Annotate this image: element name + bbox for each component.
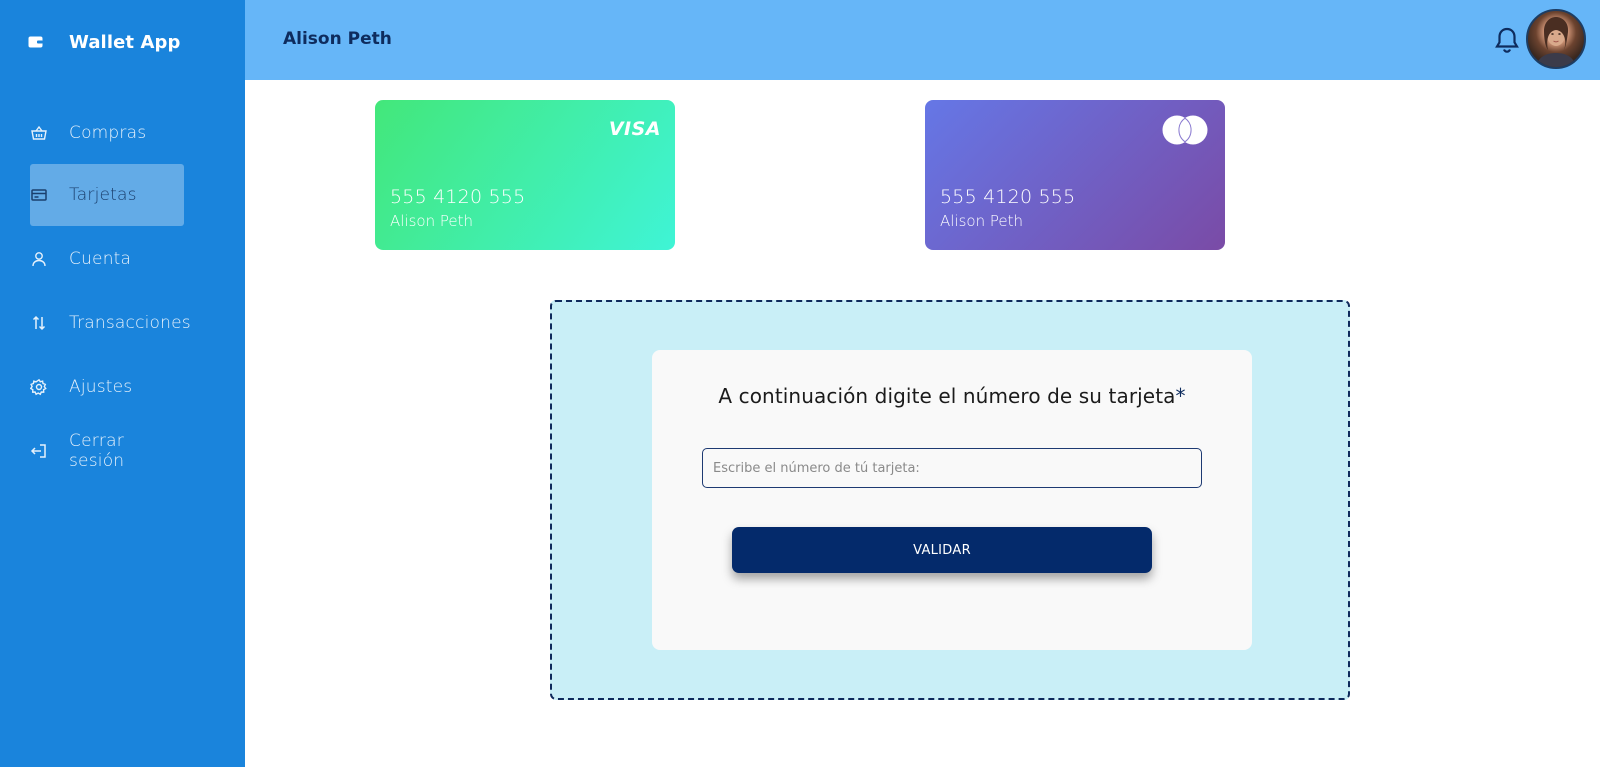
sidebar-item-cerrar-sesion[interactable]: Cerrar sesión (30, 420, 184, 482)
card-holder-name: Alison Peth (940, 212, 1023, 230)
header-user-name: Alison Peth (283, 29, 392, 49)
credit-card-mastercard[interactable]: 555 4120 555 Alison Peth (925, 100, 1225, 250)
mastercard-icon (1159, 114, 1211, 146)
sidebar-item-label: Cerrar sesión (69, 431, 125, 471)
gear-icon (30, 378, 48, 396)
card-number-input[interactable] (702, 448, 1202, 488)
card-number: 555 4120 555 (940, 186, 1076, 208)
visa-logo: VISA (608, 118, 661, 140)
card-holder-name: Alison Peth (390, 212, 473, 230)
transfer-arrows-icon (30, 314, 48, 332)
validation-form: A continuación digite el número de su ta… (652, 350, 1252, 650)
card-number: 555 4120 555 (390, 186, 526, 208)
sidebar-item-ajustes[interactable]: Ajustes (30, 356, 184, 418)
bell-icon[interactable] (1494, 26, 1520, 54)
app-title: Wallet App (69, 31, 181, 53)
form-prompt-text: A continuación digite el número de su ta… (718, 384, 1176, 408)
sidebar: Wallet App Compras Tarjetas Cuenta Trans… (0, 0, 245, 767)
sidebar-item-label: Ajustes (69, 377, 133, 397)
validate-button[interactable]: VALIDAR (732, 527, 1152, 573)
user-icon (30, 250, 48, 268)
sidebar-item-transacciones[interactable]: Transacciones (30, 292, 191, 354)
basket-icon (30, 124, 48, 142)
sidebar-item-label: Cuenta (69, 249, 132, 269)
brand[interactable]: Wallet App (28, 28, 180, 56)
sidebar-item-tarjetas[interactable]: Tarjetas (30, 164, 184, 226)
required-mark: * (1175, 384, 1186, 408)
sidebar-item-compras[interactable]: Compras (30, 102, 184, 164)
logout-icon (30, 442, 48, 460)
top-header: Alison Peth (245, 0, 1600, 80)
card-icon (30, 186, 48, 204)
sidebar-item-label: Transacciones (69, 313, 191, 333)
sidebar-item-cuenta[interactable]: Cuenta (30, 228, 184, 290)
avatar[interactable] (1526, 9, 1586, 69)
sidebar-item-label: Tarjetas (69, 185, 137, 205)
wallet-icon (28, 35, 50, 49)
card-validation-zone: A continuación digite el número de su ta… (550, 300, 1350, 700)
credit-card-visa[interactable]: VISA 555 4120 555 Alison Peth (375, 100, 675, 250)
form-prompt: A continuación digite el número de su ta… (652, 384, 1252, 408)
sidebar-item-label: Compras (69, 123, 147, 143)
